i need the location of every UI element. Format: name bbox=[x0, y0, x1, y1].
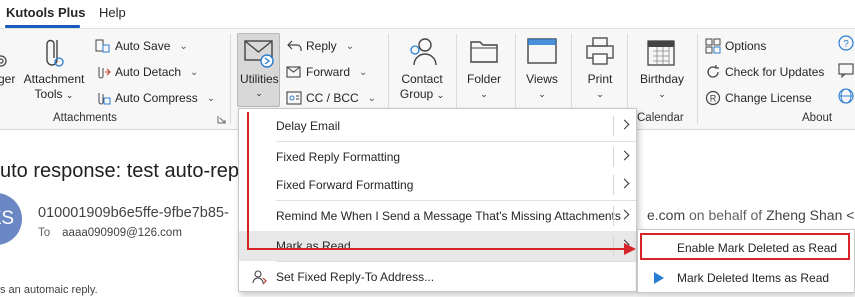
annotation-line bbox=[247, 112, 249, 250]
submenu-item-label: Mark Deleted Items as Read bbox=[677, 271, 830, 285]
contact-reply-icon bbox=[252, 270, 267, 285]
chevron-down-icon: ⌄ bbox=[190, 66, 199, 78]
chevron-down-icon: ⌄ bbox=[359, 66, 368, 78]
views-icon bbox=[527, 38, 557, 64]
chevron-right-icon bbox=[619, 150, 630, 161]
to-label: To bbox=[38, 227, 51, 239]
check-for-updates-button[interactable]: Check for Updates bbox=[705, 61, 824, 83]
chevron-down-icon: ⌄ bbox=[206, 92, 216, 104]
auto-detach-button[interactable]: Auto Detach ⌄ bbox=[95, 61, 198, 83]
auto-save-button[interactable]: Auto Save ⌄ bbox=[95, 35, 188, 57]
envelope-utilities-icon bbox=[244, 40, 274, 68]
printer-icon bbox=[586, 37, 614, 65]
globe-icon[interactable] bbox=[838, 88, 854, 104]
chevron-down-icon: ⌄ bbox=[367, 92, 377, 104]
menu-item-label: Set Fixed Reply-To Address... bbox=[276, 270, 435, 284]
calendar-birthday-icon bbox=[647, 40, 675, 66]
behalf-name[interactable]: Zheng Shan < bbox=[766, 207, 854, 223]
auto-compress-icon bbox=[98, 93, 111, 105]
auto-compress-button[interactable]: Auto Compress ⌄ bbox=[95, 87, 215, 109]
ribbon-separator bbox=[230, 34, 231, 124]
paperclip-icon bbox=[46, 39, 64, 67]
group-label-about: About bbox=[802, 112, 833, 124]
contact-group-button[interactable]: Contact Group ⌄ bbox=[396, 72, 448, 103]
auto-save-icon bbox=[95, 39, 110, 53]
to-address[interactable]: aaaa090909@126.com bbox=[62, 227, 182, 239]
chevron-down-icon: ⌄ bbox=[255, 88, 263, 98]
annotation-arrowhead-icon bbox=[624, 243, 636, 255]
submenu-divider bbox=[613, 116, 614, 136]
submenu-divider bbox=[613, 175, 614, 195]
chevron-down-icon: ⌄ bbox=[179, 40, 188, 52]
menu-item-set-fixed-reply-to[interactable]: Set Fixed Reply-To Address... bbox=[239, 262, 636, 292]
help-icon[interactable]: ? bbox=[838, 35, 854, 51]
menu-item-label: Fixed Forward Formatting bbox=[276, 178, 414, 192]
on-behalf-line: e.com on behalf of Zheng Shan < bbox=[647, 207, 854, 223]
ribbon-separator bbox=[697, 34, 698, 124]
annotation-line bbox=[247, 248, 629, 250]
gear-icon[interactable] bbox=[0, 52, 10, 70]
on-behalf-label: on behalf of bbox=[689, 207, 763, 223]
to-row: To aaaa090909@126.com bbox=[38, 227, 182, 239]
sender-domain-tail: e.com bbox=[647, 207, 686, 223]
menu-item-fixed-forward-formatting[interactable]: Fixed Forward Formatting bbox=[239, 170, 636, 200]
chevron-right-icon bbox=[619, 209, 630, 220]
group-label-attachments: Attachments bbox=[53, 112, 117, 124]
folder-button[interactable]: Folder ⌄ bbox=[463, 72, 505, 102]
menu-item-label: Remind Me When I Send a Message That's M… bbox=[276, 209, 621, 223]
submenu-divider bbox=[613, 236, 614, 256]
email-body-preview: s an automaic reply. bbox=[0, 284, 98, 296]
annotation-highlight-box bbox=[640, 233, 850, 260]
menu-item-mark-as-read[interactable]: Mark as Read bbox=[239, 231, 636, 261]
feedback-icon[interactable] bbox=[838, 62, 854, 78]
svg-text:R: R bbox=[710, 94, 717, 104]
chevron-down-icon: ⌄ bbox=[480, 89, 488, 99]
email-subject: uto response: test auto-reply bbox=[0, 160, 254, 182]
manager-button-label[interactable]: ger bbox=[0, 72, 15, 87]
options-icon bbox=[705, 38, 721, 54]
change-license-button[interactable]: R Change License bbox=[705, 87, 812, 109]
tab-help[interactable]: Help bbox=[99, 5, 126, 20]
cc-bcc-icon bbox=[286, 91, 302, 105]
tab-kutools-plus[interactable]: Kutools Plus bbox=[6, 5, 85, 20]
submenu-divider bbox=[613, 206, 614, 226]
reply-icon bbox=[287, 40, 302, 51]
forward-envelope-icon bbox=[286, 66, 301, 78]
menu-item-delay-email[interactable]: Delay Email bbox=[239, 111, 636, 141]
submenu-item-mark-deleted-items-as-read[interactable]: Mark Deleted Items as Read bbox=[638, 264, 854, 292]
chevron-down-icon: ⌄ bbox=[658, 89, 666, 99]
print-button[interactable]: Print ⌄ bbox=[580, 72, 620, 102]
submenu-divider bbox=[613, 147, 614, 167]
views-button[interactable]: Views ⌄ bbox=[521, 72, 563, 102]
reply-button[interactable]: Reply ⌄ bbox=[286, 35, 354, 57]
auto-detach-icon bbox=[98, 67, 111, 79]
sender-address[interactable]: 010001909b6e5ffe-9fbe7b85- bbox=[38, 205, 229, 221]
utilities-dropdown-menu: Delay Email Fixed Reply Formatting Fixed… bbox=[238, 108, 637, 292]
utilities-label: Utilities bbox=[240, 72, 279, 86]
chevron-down-icon: ⌄ bbox=[596, 89, 604, 99]
play-icon bbox=[654, 272, 664, 284]
folder-icon bbox=[470, 41, 498, 63]
menu-item-label: Mark as Read bbox=[276, 239, 351, 253]
options-button[interactable]: Options bbox=[705, 35, 766, 57]
dialog-launcher-icon[interactable] bbox=[217, 115, 226, 124]
birthday-button[interactable]: Birthday ⌄ bbox=[636, 72, 688, 102]
menu-item-label: Fixed Reply Formatting bbox=[276, 150, 401, 164]
menu-item-label: Delay Email bbox=[276, 119, 341, 133]
menu-item-fixed-reply-formatting[interactable]: Fixed Reply Formatting bbox=[239, 142, 636, 172]
attachment-tools-button[interactable]: Attachment Tools ⌄ bbox=[22, 72, 86, 103]
avatar: ZS bbox=[0, 193, 22, 245]
contact-group-icon bbox=[410, 38, 437, 66]
chevron-right-icon bbox=[619, 119, 630, 130]
menu-item-remind-missing-attachments[interactable]: Remind Me When I Send a Message That's M… bbox=[239, 201, 636, 231]
registered-icon: R bbox=[705, 90, 721, 106]
chevron-right-icon bbox=[619, 178, 630, 189]
forward-button[interactable]: Forward ⌄ bbox=[286, 61, 367, 83]
chevron-down-icon: ⌄ bbox=[345, 40, 355, 52]
group-label-calendar: Calendar bbox=[637, 112, 684, 124]
cc-bcc-button[interactable]: CC / BCC ⌄ bbox=[286, 87, 376, 109]
svg-text:?: ? bbox=[843, 39, 849, 50]
refresh-icon bbox=[707, 65, 719, 78]
chevron-down-icon: ⌄ bbox=[538, 89, 546, 99]
